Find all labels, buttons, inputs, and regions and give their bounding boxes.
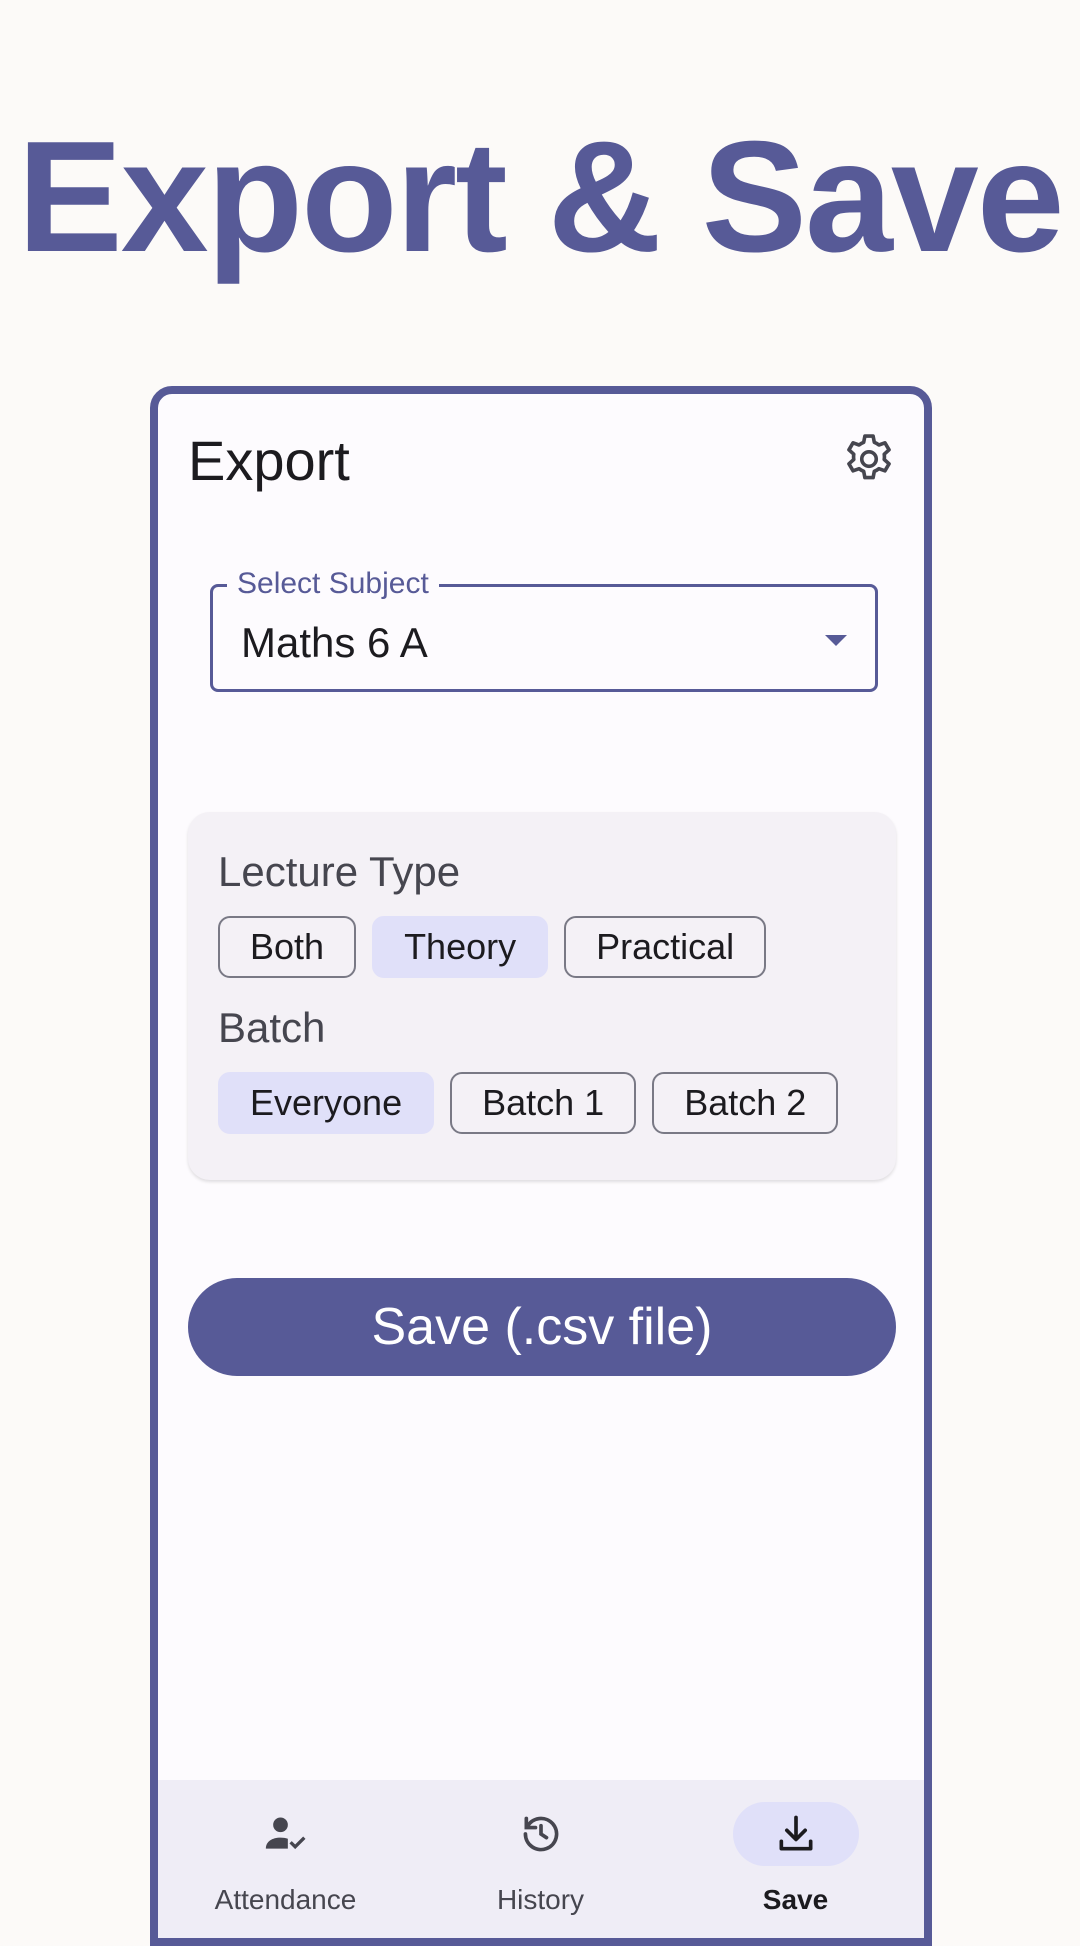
lecture-type-chips: Both Theory Practical	[218, 916, 767, 978]
nav-label-history: History	[496, 1884, 585, 1915]
chip-batch-1[interactable]: Batch 1	[450, 1072, 637, 1134]
nav-item-attendance[interactable]: Attendance	[158, 1780, 413, 1938]
chip-batch-2[interactable]: Batch 2	[652, 1072, 839, 1134]
page-title: Export	[188, 429, 350, 492]
settings-button[interactable]	[840, 430, 898, 488]
subject-dropdown-value: Maths 6 A	[241, 619, 428, 666]
batch-chips: Everyone Batch 1 Batch 2	[218, 1072, 839, 1134]
gear-icon	[847, 434, 891, 480]
phone-frame: Export Select Subject Maths 6 A Lecture …	[150, 386, 932, 1946]
chip-theory[interactable]: Theory	[372, 916, 549, 978]
filter-card: Lecture Type Both Theory Practical Batch…	[188, 812, 896, 1180]
nav-label-attendance: Attendance	[214, 1884, 357, 1915]
batch-label: Batch	[218, 1004, 326, 1051]
chip-both[interactable]: Both	[218, 916, 357, 978]
history-icon	[523, 1816, 559, 1852]
person-check-icon	[265, 1817, 306, 1850]
subject-dropdown[interactable]: Select Subject Maths 6 A	[210, 567, 878, 692]
subject-dropdown-label: Select Subject	[227, 567, 439, 601]
nav-label-save: Save	[762, 1884, 829, 1915]
nav-item-save[interactable]: Save	[668, 1780, 923, 1938]
promo-headline: Export & Save	[17, 109, 1064, 285]
chip-everyone[interactable]: Everyone	[218, 1072, 435, 1134]
chip-practical[interactable]: Practical	[564, 916, 767, 978]
bottom-navigation: Attendance History Save	[158, 1780, 924, 1938]
download-icon	[779, 1815, 813, 1851]
lecture-type-label: Lecture Type	[218, 848, 461, 895]
dropdown-arrow-icon	[825, 635, 847, 646]
nav-item-history[interactable]: History	[413, 1780, 668, 1938]
save-csv-button[interactable]: Save (.csv file)	[188, 1278, 896, 1376]
